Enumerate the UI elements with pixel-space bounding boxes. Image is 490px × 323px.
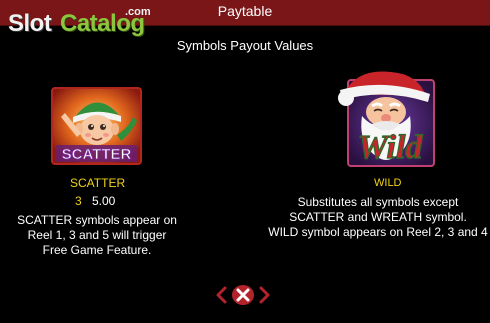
logo-text-slot: Slot [8, 10, 52, 37]
wild-symbol-name: WILD [374, 177, 402, 189]
payout-count: 3 [75, 194, 82, 208]
scatter-symbol-name: SCATTER [70, 176, 126, 190]
scatter-description-line: Free Game Feature. [42, 243, 152, 257]
chevron-left-icon[interactable] [215, 286, 227, 304]
logo-text-com: .com [125, 6, 151, 18]
wild-description-line: WILD symbol appears on Reel 2, 3 and 4 [268, 225, 488, 239]
wild-tile-label: Wild [358, 129, 424, 166]
paytable-navigation [215, 284, 275, 306]
wild-description-line: SCATTER and WREATH symbol. [289, 210, 467, 224]
section-subtitle: Symbols Payout Values [176, 38, 314, 53]
scatter-symbol-image: SCATTER [51, 87, 142, 165]
chevron-right-icon[interactable] [259, 286, 271, 304]
close-icon[interactable] [231, 284, 255, 306]
scatter-description-line: SCATTER symbols appear on [17, 213, 177, 227]
scatter-description: SCATTER symbols appear on Reel 1, 3 and … [12, 213, 182, 258]
wild-description-line: Substitutes all symbols except [297, 195, 459, 209]
wild-description: Substitutes all symbols except SCATTER a… [260, 195, 490, 240]
scatter-description-line: Reel 1, 3 and 5 will trigger [27, 228, 167, 242]
wild-symbol-image: Wild [336, 66, 439, 177]
payout-value: 5.00 [92, 194, 116, 208]
scatter-tile-label: SCATTER [62, 146, 132, 163]
